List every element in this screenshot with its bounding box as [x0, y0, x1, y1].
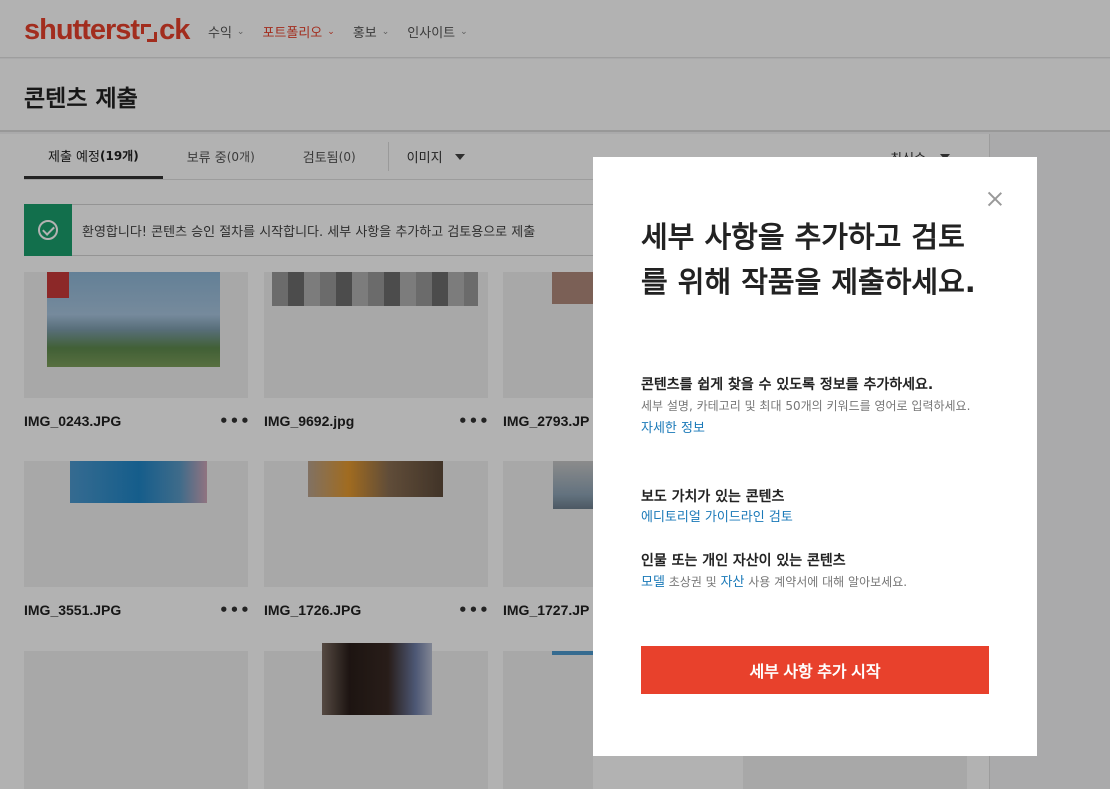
start-adding-details-button[interactable]: 세부 사항 추가 시작: [641, 646, 989, 694]
close-icon[interactable]: [985, 189, 1005, 209]
section-add-info: 콘텐츠를 쉽게 찾을 수 있도록 정보를 추가하세요. 세부 설명, 카테고리 …: [641, 375, 1001, 440]
section-heading: 콘텐츠를 쉽게 찾을 수 있도록 정보를 추가하세요.: [641, 377, 934, 393]
section-releases: 인물 또는 개인 자산이 있는 콘텐츠 모델 초상권 및 자산 사용 계약서에 …: [641, 551, 1001, 594]
more-info-link[interactable]: 자세한 정보: [641, 421, 705, 436]
editorial-guidelines-link[interactable]: 에디토리얼 가이드라인 검토: [641, 510, 793, 525]
model-release-link[interactable]: 모델: [641, 575, 665, 590]
release-text: 초상권 및: [664, 575, 721, 589]
release-text: 사용 계약서에 대해 알아보세요.: [744, 575, 908, 589]
section-editorial: 보도 가치가 있는 콘텐츠 에디토리얼 가이드라인 검토: [641, 487, 1001, 529]
section-heading: 보도 가치가 있는 콘텐츠: [641, 489, 785, 505]
section-description: 모델 초상권 및 자산 사용 계약서에 대해 알아보세요.: [641, 571, 1001, 594]
submit-guide-dialog: 세부 사항을 추가하고 검토를 위해 작품을 제출하세요. 콘텐츠를 쉽게 찾을…: [593, 157, 1037, 756]
property-release-link[interactable]: 자산: [721, 575, 745, 590]
section-description: 세부 설명, 카테고리 및 최대 50개의 키워드를 영어로 입력하세요.: [641, 399, 971, 413]
dialog-title: 세부 사항을 추가하고 검토를 위해 작품을 제출하세요.: [641, 220, 976, 299]
section-heading: 인물 또는 개인 자산이 있는 콘텐츠: [641, 553, 846, 569]
